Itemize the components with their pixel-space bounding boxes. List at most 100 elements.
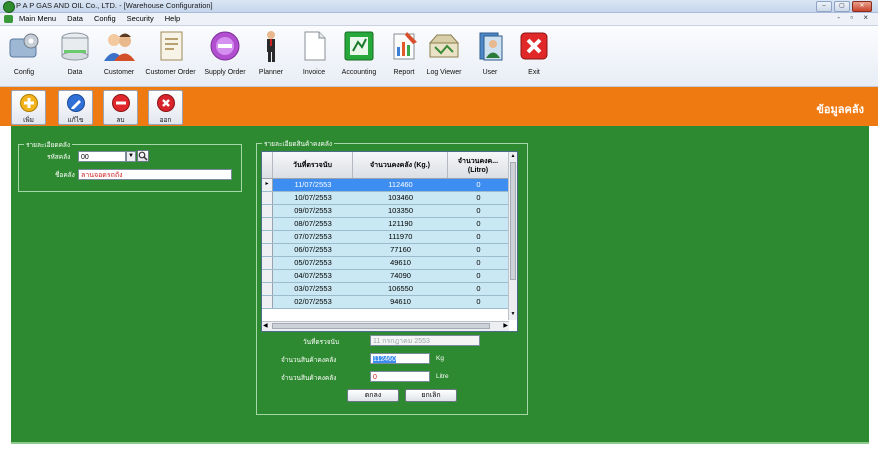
cell-date: 11/07/2553 <box>294 180 332 189</box>
cell-date: 06/07/2553 <box>294 245 332 254</box>
ribbon-planner-label: Planner <box>258 69 284 76</box>
menu-config[interactable]: Config <box>93 14 117 23</box>
row-header[interactable] <box>262 218 273 230</box>
cell-kg: 77160 <box>390 245 411 254</box>
ribbon-data-button[interactable]: Data <box>55 29 95 76</box>
warehouse-code-dropdown-arrow[interactable]: ▼ <box>126 151 136 162</box>
minimize-button[interactable]: – <box>816 1 832 12</box>
table-row[interactable]: 10/07/2553 103460 0 <box>262 192 509 205</box>
warehouse-search-button[interactable] <box>137 150 149 162</box>
ok-button[interactable]: ตกลง <box>347 389 399 402</box>
menu-main-menu[interactable]: Main Menu <box>18 14 57 23</box>
litre-input[interactable]: 0 <box>370 371 430 382</box>
ribbon-log-viewer-button[interactable]: Log Viewer <box>424 29 464 76</box>
kg-input[interactable]: 112460 <box>370 353 430 364</box>
cell-litre: 0 <box>476 232 481 241</box>
table-row[interactable]: 06/07/2553 77160 0 <box>262 244 509 257</box>
scroll-left-arrow[interactable]: ◀ <box>263 322 268 329</box>
grid-horizontal-scrollbar[interactable]: ◀ ▶ <box>262 321 509 331</box>
row-header[interactable] <box>262 205 273 217</box>
delete-button[interactable]: ลบ <box>103 90 138 125</box>
menu-bar: Main Menu Data Config Security Help - ▫ … <box>0 13 878 26</box>
ribbon-customer-order-label: Customer Order <box>145 69 196 76</box>
cell-litre: 0 <box>476 258 481 267</box>
menu-security[interactable]: Security <box>126 14 155 23</box>
edit-button-label: แก้ไข <box>67 117 84 124</box>
ribbon-invoice-label: Invoice <box>302 69 326 76</box>
ribbon-customer-order-button[interactable]: Customer Order <box>143 29 198 76</box>
scroll-right-arrow[interactable]: ▶ <box>503 322 508 329</box>
table-row[interactable]: ▸ 11/07/2553 112460 0 <box>262 179 509 192</box>
ribbon-accounting-label: Accounting <box>341 69 377 76</box>
edit-button[interactable]: แก้ไข <box>58 90 93 125</box>
scroll-thumb[interactable] <box>510 162 516 280</box>
app-icon <box>3 1 15 13</box>
add-button[interactable]: เพิ่ม <box>11 90 46 125</box>
cell-litre: 0 <box>476 193 481 202</box>
count-date-picker[interactable]: 11 กรกฎาคม 2553 <box>370 335 480 346</box>
scroll-down-arrow[interactable]: ▼ <box>510 311 516 319</box>
cell-litre: 0 <box>476 271 481 280</box>
supply-order-icon <box>208 29 242 63</box>
ribbon-customer-button[interactable]: Customer <box>97 29 141 76</box>
ribbon-user-button[interactable]: User <box>472 29 508 76</box>
warehouse-group-title: รายละเอียดคลัง <box>24 140 73 150</box>
menu-data[interactable]: Data <box>66 14 84 23</box>
ribbon-config-button[interactable]: Config <box>4 29 44 76</box>
scroll-up-arrow[interactable]: ▲ <box>510 153 516 161</box>
row-header[interactable] <box>262 192 273 204</box>
inventory-grid[interactable]: วันที่ตรวจนับ จำนวนคงคลัง (Kg.) จำนวนคงค… <box>261 151 518 332</box>
close-icon <box>156 94 175 112</box>
row-header[interactable]: ▸ <box>262 179 273 191</box>
maximize-button[interactable]: ▢ <box>834 1 850 12</box>
ribbon-report-button[interactable]: Report <box>386 29 422 76</box>
column-header-litre[interactable]: จำนวนคงค... (Litro) <box>448 152 509 178</box>
accounting-icon <box>342 29 376 63</box>
cell-litre: 0 <box>476 284 481 293</box>
horizontal-scroll-thumb[interactable] <box>272 323 490 329</box>
invoice-icon <box>297 29 331 63</box>
menu-help[interactable]: Help <box>164 14 181 23</box>
row-header[interactable] <box>262 283 273 295</box>
close-button[interactable]: ✕ <box>852 1 872 12</box>
column-header-kg[interactable]: จำนวนคงคลัง (Kg.) <box>353 152 448 178</box>
litre-unit: Litre <box>436 373 449 380</box>
customer-order-icon <box>154 29 188 63</box>
grid-vertical-scrollbar[interactable]: ▲ ▼ <box>508 152 517 320</box>
cell-litre: 0 <box>476 180 481 189</box>
column-header-date[interactable]: วันที่ตรวจนับ <box>273 152 353 178</box>
cell-date: 03/07/2553 <box>294 284 332 293</box>
ribbon-supply-order-button[interactable]: Supply Order <box>200 29 250 76</box>
close-form-button[interactable]: ออก <box>148 90 183 125</box>
warehouse-code-select[interactable]: 00 <box>78 151 126 162</box>
row-header[interactable] <box>262 231 273 243</box>
mdi-window-controls[interactable]: - ▫ × <box>837 13 872 22</box>
ribbon-supply-order-label: Supply Order <box>204 69 246 76</box>
cell-kg: 49610 <box>390 258 411 267</box>
table-row[interactable]: 04/07/2553 74090 0 <box>262 270 509 283</box>
warehouse-name-field[interactable]: ลานจอดรถถัง <box>78 169 232 180</box>
row-header[interactable] <box>262 296 273 308</box>
cell-litre: 0 <box>476 245 481 254</box>
title-bar: P A P GAS AND OIL Co., LTD. - [Warehouse… <box>0 0 878 13</box>
ribbon-planner-button[interactable]: Planner <box>253 29 289 76</box>
table-row[interactable]: 07/07/2553 111970 0 <box>262 231 509 244</box>
table-row[interactable]: 08/07/2553 121190 0 <box>262 218 509 231</box>
ribbon-invoice-button[interactable]: Invoice <box>294 29 334 76</box>
table-row[interactable]: 05/07/2553 49610 0 <box>262 257 509 270</box>
table-row[interactable]: 02/07/2553 94610 0 <box>262 296 509 309</box>
ribbon-exit-button[interactable]: Exit <box>514 29 554 76</box>
ribbon-accounting-button[interactable]: Accounting <box>336 29 382 76</box>
row-header[interactable] <box>262 244 273 256</box>
delete-icon <box>111 94 130 112</box>
table-row[interactable]: 03/07/2553 106550 0 <box>262 283 509 296</box>
row-header[interactable] <box>262 270 273 282</box>
warehouse-code-label: รหัสคลัง <box>47 154 71 161</box>
exit-icon <box>517 29 551 63</box>
kg-value-selected: 112460 <box>373 356 396 363</box>
cancel-button[interactable]: ยกเลิก <box>405 389 457 402</box>
table-row[interactable]: 09/07/2553 103350 0 <box>262 205 509 218</box>
add-icon <box>19 94 38 112</box>
grid-header: วันที่ตรวจนับ จำนวนคงคลัง (Kg.) จำนวนคงค… <box>262 152 509 179</box>
row-header[interactable] <box>262 257 273 269</box>
